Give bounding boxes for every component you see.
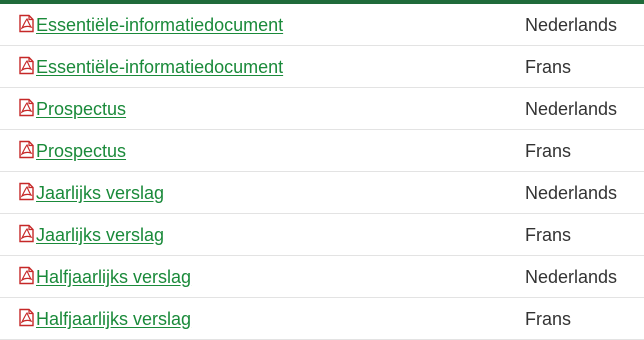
document-link[interactable]: Halfjaarlijks verslag — [36, 266, 191, 288]
document-list-page: Essentiële-informatiedocument Nederlands… — [0, 0, 644, 340]
pdf-icon — [18, 224, 35, 243]
pdf-icon — [18, 98, 35, 117]
pdf-icon — [18, 308, 35, 327]
document-language: Nederlands — [525, 15, 618, 35]
pdf-icon — [18, 266, 35, 285]
pdf-icon — [18, 56, 35, 75]
document-language: Nederlands — [525, 267, 618, 287]
document-language: Nederlands — [525, 183, 618, 203]
document-list: Essentiële-informatiedocument Nederlands… — [0, 0, 644, 340]
document-row: Prospectus Nederlands — [0, 88, 644, 130]
document-row: Prospectus Frans — [0, 130, 644, 172]
document-link[interactable]: Halfjaarlijks verslag — [36, 308, 191, 330]
pdf-icon — [18, 14, 35, 33]
document-row: Jaarlijks verslag Frans — [0, 214, 644, 256]
document-row: Jaarlijks verslag Nederlands — [0, 172, 644, 214]
document-link[interactable]: Essentiële-informatiedocument — [36, 14, 283, 36]
document-language: Frans — [525, 57, 572, 77]
document-link[interactable]: Jaarlijks verslag — [36, 182, 164, 204]
document-row: Halfjaarlijks verslag Frans — [0, 298, 644, 340]
document-language: Frans — [525, 141, 572, 161]
pdf-icon — [18, 140, 35, 159]
document-link[interactable]: Prospectus — [36, 98, 126, 120]
document-language: Frans — [525, 309, 572, 329]
document-row: Essentiële-informatiedocument Frans — [0, 46, 644, 88]
document-link[interactable]: Prospectus — [36, 140, 126, 162]
document-link[interactable]: Jaarlijks verslag — [36, 224, 164, 246]
document-row: Essentiële-informatiedocument Nederlands — [0, 4, 644, 46]
pdf-icon — [18, 182, 35, 201]
document-row: Halfjaarlijks verslag Nederlands — [0, 256, 644, 298]
document-language: Frans — [525, 225, 572, 245]
document-link[interactable]: Essentiële-informatiedocument — [36, 56, 283, 78]
document-language: Nederlands — [525, 99, 618, 119]
